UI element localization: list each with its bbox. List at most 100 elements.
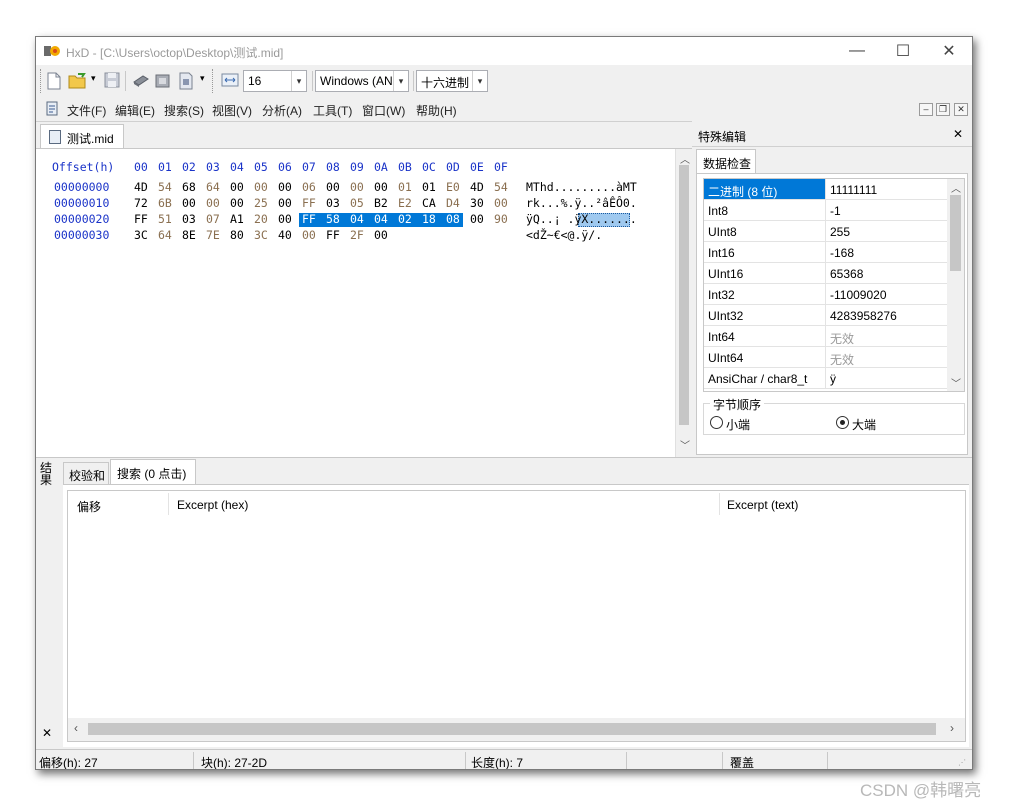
menu-file[interactable]: 文件(F)	[67, 102, 106, 119]
hex-byte[interactable]: FF	[134, 212, 154, 226]
hex-byte[interactable]: 68	[182, 180, 202, 194]
hex-row[interactable]: 00000020 FF 51 03 07 A1 20 00 FF 58 04 04 02 18 08 00 90…	[36, 212, 676, 228]
inspector-scrollbar[interactable]: ︿ ﹀	[947, 179, 964, 391]
row-text[interactable]: ÿQ..¡ .ÿX.......	[526, 212, 637, 226]
hex-byte[interactable]: 20	[254, 212, 274, 226]
hex-byte[interactable]: CA	[422, 196, 442, 210]
inspector-value[interactable]: 无效	[830, 330, 854, 347]
hex-byte[interactable]: FF	[302, 196, 322, 210]
open-ram-icon[interactable]	[154, 72, 172, 90]
hex-byte[interactable]: 07	[206, 212, 226, 226]
column-excerpt-text-header[interactable]: Excerpt (text)	[727, 498, 798, 512]
open-disk-icon[interactable]	[132, 72, 150, 90]
open-dropdown-arrow-icon[interactable]: ▾	[91, 73, 96, 84]
menu-tools[interactable]: 工具(T)	[313, 102, 352, 119]
hex-vertical-scrollbar[interactable]: ︿ ﹀	[675, 149, 692, 457]
charset-select[interactable]: Windows (ANSI) ▾	[315, 70, 409, 92]
hex-byte[interactable]: 64	[206, 180, 226, 194]
hex-byte[interactable]: 00	[350, 180, 370, 194]
little-endian-radio[interactable]	[710, 416, 723, 429]
hex-byte[interactable]: 00	[230, 196, 250, 210]
inspector-value[interactable]: 11111111	[830, 183, 877, 197]
inspector-value[interactable]: -11009020	[830, 288, 887, 302]
hex-byte[interactable]: 00	[278, 180, 298, 194]
inspector-value[interactable]: 255	[830, 225, 850, 239]
hex-byte[interactable]: 06	[302, 180, 322, 194]
hex-byte[interactable]: 05	[350, 196, 370, 210]
inspector-value[interactable]: ÿ	[830, 372, 836, 386]
hex-byte[interactable]: FF	[326, 228, 346, 242]
hex-byte[interactable]: 64	[158, 228, 178, 242]
hex-byte[interactable]: 01	[422, 180, 442, 194]
hex-byte[interactable]: FF	[302, 212, 322, 226]
hex-byte[interactable]: E0	[446, 180, 466, 194]
inspector-row[interactable]: UInt8 255	[704, 221, 947, 242]
hex-byte[interactable]: 00	[470, 212, 490, 226]
hex-byte[interactable]: 80	[230, 228, 250, 242]
results-horizontal-scrollbar[interactable]: ‹ ›	[68, 718, 965, 741]
hex-byte[interactable]: 4D	[134, 180, 154, 194]
tab-checksum[interactable]: 校验和	[63, 462, 109, 484]
hex-byte[interactable]: 01	[398, 180, 418, 194]
hex-byte[interactable]: 18	[422, 212, 442, 226]
inspector-close-button[interactable]: ✕	[953, 127, 963, 141]
inspector-value[interactable]: 65368	[830, 267, 863, 281]
mdi-close-button[interactable]: ✕	[954, 103, 968, 116]
hex-row[interactable]: 00000010 72 6B 00 00 00 25 00 FF 03 05 B2 E2 CA D4 30 00…	[36, 196, 676, 212]
scroll-down-icon[interactable]: ﹀	[680, 437, 690, 452]
scroll-up-icon[interactable]: ︿	[951, 180, 961, 195]
inspector-row[interactable]: UInt64 无效	[704, 347, 947, 368]
hex-byte[interactable]: 30	[470, 196, 490, 210]
hex-byte[interactable]: E2	[398, 196, 418, 210]
scroll-right-icon[interactable]: ›	[950, 721, 954, 735]
hex-byte[interactable]: 40	[278, 228, 298, 242]
inspector-row[interactable]: UInt16 65368	[704, 263, 947, 284]
row-text[interactable]: <dŽ~€<@.ÿ/.	[526, 228, 602, 242]
resize-grip-icon[interactable]: ⋰	[958, 758, 966, 767]
results-close-button[interactable]: ✕	[42, 726, 52, 740]
hex-row[interactable]: 00000030 3C 64 8E 7E 80 3C 40 00 FF 2F 00 <dŽ~€<@.ÿ/…	[36, 228, 676, 244]
inspector-value[interactable]: -168	[830, 246, 854, 260]
hex-byte[interactable]: 3C	[134, 228, 154, 242]
save-icon[interactable]	[104, 72, 122, 90]
tab-search-results[interactable]: 搜索 (0 点击)	[110, 459, 196, 484]
row-text[interactable]: MThd.........àMT	[526, 180, 637, 194]
hex-row[interactable]: 00000000 4D 54 68 64 00 00 00 06 00 00 00 01 01 E0 4D 54…	[36, 180, 676, 196]
inspector-row[interactable]: 二进制 (8 位) 11111111	[704, 179, 947, 200]
menu-search[interactable]: 搜索(S)	[164, 102, 204, 119]
hex-byte[interactable]: 51	[158, 212, 178, 226]
minimize-button[interactable]: —	[834, 37, 880, 65]
hex-byte[interactable]: 7E	[206, 228, 226, 242]
hex-byte[interactable]: 8E	[182, 228, 202, 242]
scroll-thumb[interactable]	[88, 723, 936, 735]
hex-rows[interactable]: 00000000 4D 54 68 64 00 00 00 06 00 00 00 01 01 E0 4D 54…	[36, 180, 676, 260]
new-file-icon[interactable]	[46, 72, 64, 90]
scroll-left-icon[interactable]: ‹	[74, 721, 78, 735]
inspector-row[interactable]: Int64 无效	[704, 326, 947, 347]
scroll-down-icon[interactable]: ﹀	[951, 375, 961, 390]
hex-byte[interactable]: A1	[230, 212, 250, 226]
hex-byte[interactable]: 00	[374, 180, 394, 194]
hex-byte[interactable]: 54	[158, 180, 178, 194]
document-tab[interactable]: 测试.mid	[40, 124, 124, 148]
column-excerpt-hex-header[interactable]: Excerpt (hex)	[177, 498, 248, 512]
document-icon[interactable]	[178, 72, 196, 90]
menu-edit[interactable]: 编辑(E)	[115, 102, 155, 119]
hex-byte[interactable]: 2F	[350, 228, 370, 242]
tab-data-inspector[interactable]: 数据检查	[696, 149, 756, 173]
hex-byte[interactable]: 00	[182, 196, 202, 210]
hex-byte[interactable]: B2	[374, 196, 394, 210]
hex-byte[interactable]: 90	[494, 212, 514, 226]
inspector-row[interactable]: Int8 -1	[704, 200, 947, 221]
hex-byte[interactable]: 54	[494, 180, 514, 194]
menu-window[interactable]: 窗口(W)	[362, 102, 405, 119]
close-button[interactable]: ✕	[926, 37, 972, 65]
inspector-row[interactable]: UInt32 4283958276	[704, 305, 947, 326]
hex-byte[interactable]: 02	[398, 212, 418, 226]
hex-byte[interactable]: 03	[182, 212, 202, 226]
maximize-button[interactable]: ☐	[880, 37, 926, 65]
row-text[interactable]: rk...%.ÿ..²âÊÔ0.	[526, 196, 637, 210]
inspector-value[interactable]: 4283958276	[830, 309, 897, 323]
document-dropdown-arrow-icon[interactable]: ▾	[200, 73, 205, 84]
hex-byte[interactable]: 00	[326, 180, 346, 194]
